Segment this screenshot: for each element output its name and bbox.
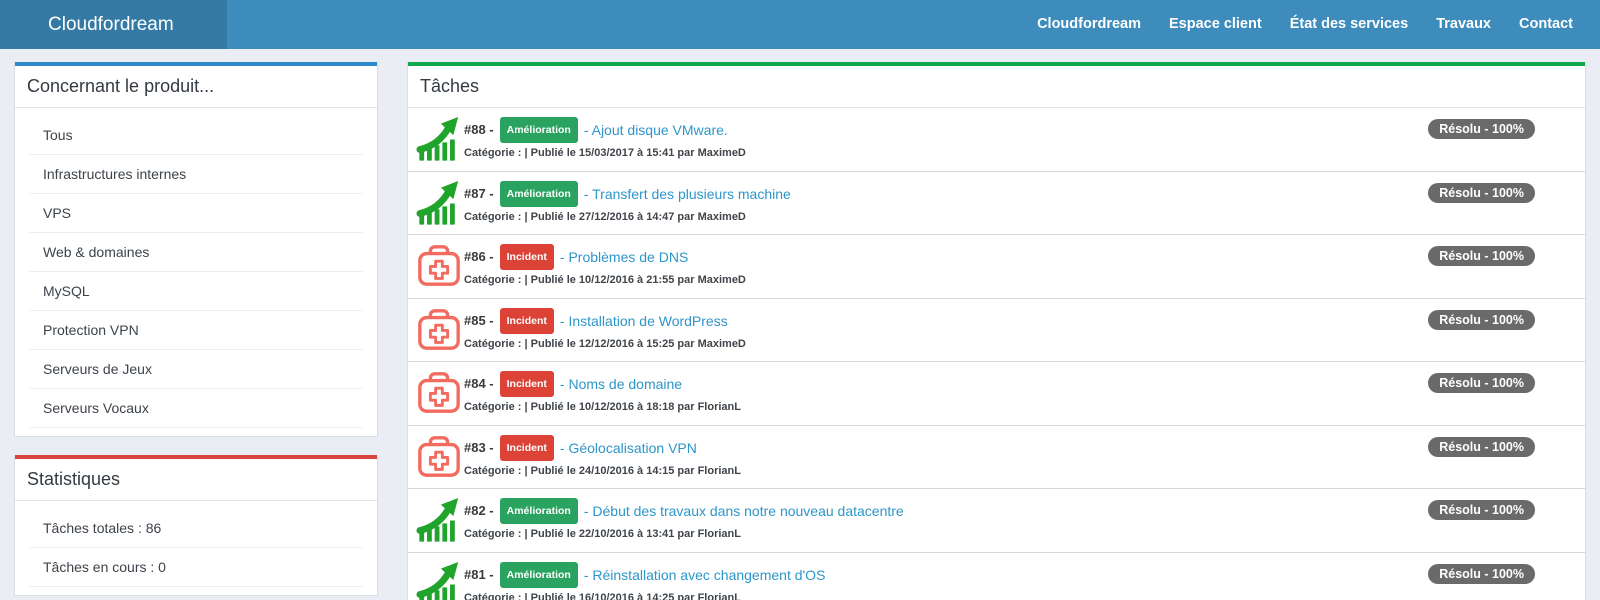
status-badge: Résolu - 100% — [1428, 119, 1535, 139]
nav-item-cloudfordream[interactable]: Cloudfordream — [1023, 0, 1155, 49]
task-title-link[interactable]: - Installation de WordPress — [560, 311, 728, 331]
task-meta: Catégorie : | Publié le 10/12/2016 à 21:… — [464, 274, 746, 286]
task-title-link[interactable]: - Ajout disque VMware. — [584, 120, 728, 140]
products-panel: Concernant le produit... Tous Infrastruc… — [14, 62, 378, 437]
task-type-badge: Incident — [500, 435, 554, 461]
nav-item-etat-des-services[interactable]: État des services — [1276, 0, 1423, 49]
task-meta: Catégorie : | Publié le 12/12/2016 à 15:… — [464, 338, 746, 350]
sidebar-item-serveurs-de-jeux[interactable]: Serveurs de Jeux — [29, 350, 363, 389]
medkit-icon — [416, 434, 462, 480]
nav-item-contact[interactable]: Contact — [1505, 0, 1587, 49]
growth-chart-icon — [416, 497, 462, 543]
task-row: #87 - Amélioration - Transfert des plusi… — [408, 172, 1585, 236]
task-meta: Catégorie : | Publié le 15/03/2017 à 15:… — [464, 147, 746, 159]
task-type-badge: Amélioration — [500, 562, 578, 588]
task-id: #86 - — [464, 247, 494, 267]
task-type-badge: Incident — [500, 308, 554, 334]
main-nav: Cloudfordream Espace client État des ser… — [1023, 0, 1600, 49]
task-id: #82 - — [464, 501, 494, 521]
growth-chart-icon — [416, 116, 462, 162]
stat-taches-en-cours: Tâches en cours : 0 — [29, 548, 363, 587]
task-row: #88 - Amélioration - Ajout disque VMware… — [408, 108, 1585, 172]
products-list: Tous Infrastructures internes VPS Web & … — [15, 108, 377, 436]
task-row: #81 - Amélioration - Réinstallation avec… — [408, 553, 1585, 600]
task-type-badge: Incident — [500, 244, 554, 270]
sidebar-item-protection-vpn[interactable]: Protection VPN — [29, 311, 363, 350]
stats-panel-title: Statistiques — [15, 459, 377, 501]
task-meta: Catégorie : | Publié le 10/12/2016 à 18:… — [464, 401, 741, 413]
task-id: #87 - — [464, 184, 494, 204]
main-column: Tâches #88 - Amélioration - Ajout disque… — [407, 62, 1586, 600]
task-list: #88 - Amélioration - Ajout disque VMware… — [408, 108, 1585, 600]
stats-panel: Statistiques Tâches totales : 86 Tâches … — [14, 455, 378, 596]
content: Concernant le produit... Tous Infrastruc… — [0, 49, 1600, 600]
task-meta: Catégorie : | Publié le 16/10/2016 à 14:… — [464, 592, 825, 600]
nav-item-espace-client[interactable]: Espace client — [1155, 0, 1276, 49]
task-meta: Catégorie : | Publié le 27/12/2016 à 14:… — [464, 211, 791, 223]
task-meta: Catégorie : | Publié le 22/10/2016 à 13:… — [464, 528, 904, 540]
growth-chart-icon — [416, 180, 462, 226]
task-type-badge: Amélioration — [500, 181, 578, 207]
task-row: #84 - Incident - Noms de domaine Catégor… — [408, 362, 1585, 426]
brand[interactable]: Cloudfordream — [0, 0, 227, 49]
medkit-icon — [416, 307, 462, 353]
task-meta: Catégorie : | Publié le 24/10/2016 à 14:… — [464, 465, 741, 477]
status-badge: Résolu - 100% — [1428, 373, 1535, 393]
sidebar-item-web-domaines[interactable]: Web & domaines — [29, 233, 363, 272]
navbar: Cloudfordream Cloudfordream Espace clien… — [0, 0, 1600, 49]
tasks-panel: Tâches #88 - Amélioration - Ajout disque… — [407, 62, 1586, 600]
task-title-link[interactable]: - Réinstallation avec changement d'OS — [584, 565, 826, 585]
sidebar: Concernant le produit... Tous Infrastruc… — [14, 62, 378, 600]
status-badge: Résolu - 100% — [1428, 564, 1535, 584]
task-id: #81 - — [464, 565, 494, 585]
sidebar-item-tous[interactable]: Tous — [29, 116, 363, 155]
sidebar-item-serveurs-vocaux[interactable]: Serveurs Vocaux — [29, 389, 363, 428]
sidebar-item-vps[interactable]: VPS — [29, 194, 363, 233]
task-row: #82 - Amélioration - Début des travaux d… — [408, 489, 1585, 553]
task-title-link[interactable]: - Transfert des plusieurs machine — [584, 184, 791, 204]
sidebar-item-mysql[interactable]: MySQL — [29, 272, 363, 311]
tasks-panel-title: Tâches — [408, 66, 1585, 108]
sidebar-item-infrastructures-internes[interactable]: Infrastructures internes — [29, 155, 363, 194]
task-type-badge: Amélioration — [500, 117, 578, 143]
task-id: #84 - — [464, 374, 494, 394]
task-id: #88 - — [464, 120, 494, 140]
stats-list: Tâches totales : 86 Tâches en cours : 0 — [15, 501, 377, 595]
task-type-badge: Incident — [500, 371, 554, 397]
products-panel-title: Concernant le produit... — [15, 66, 377, 108]
medkit-icon — [416, 370, 462, 416]
task-title-link[interactable]: - Noms de domaine — [560, 374, 682, 394]
status-badge: Résolu - 100% — [1428, 246, 1535, 266]
task-title-link[interactable]: - Début des travaux dans notre nouveau d… — [584, 501, 904, 521]
growth-chart-icon — [416, 561, 462, 600]
task-type-badge: Amélioration — [500, 498, 578, 524]
task-row: #83 - Incident - Géolocalisation VPN Cat… — [408, 426, 1585, 490]
medkit-icon — [416, 243, 462, 289]
task-row: #85 - Incident - Installation de WordPre… — [408, 299, 1585, 363]
stat-taches-totales: Tâches totales : 86 — [29, 509, 363, 548]
status-badge: Résolu - 100% — [1428, 310, 1535, 330]
task-row: #86 - Incident - Problèmes de DNS Catégo… — [408, 235, 1585, 299]
task-title-link[interactable]: - Problèmes de DNS — [560, 247, 688, 267]
status-badge: Résolu - 100% — [1428, 183, 1535, 203]
nav-item-travaux[interactable]: Travaux — [1422, 0, 1505, 49]
status-badge: Résolu - 100% — [1428, 437, 1535, 457]
task-title-link[interactable]: - Géolocalisation VPN — [560, 438, 697, 458]
status-badge: Résolu - 100% — [1428, 500, 1535, 520]
task-id: #83 - — [464, 438, 494, 458]
task-id: #85 - — [464, 311, 494, 331]
